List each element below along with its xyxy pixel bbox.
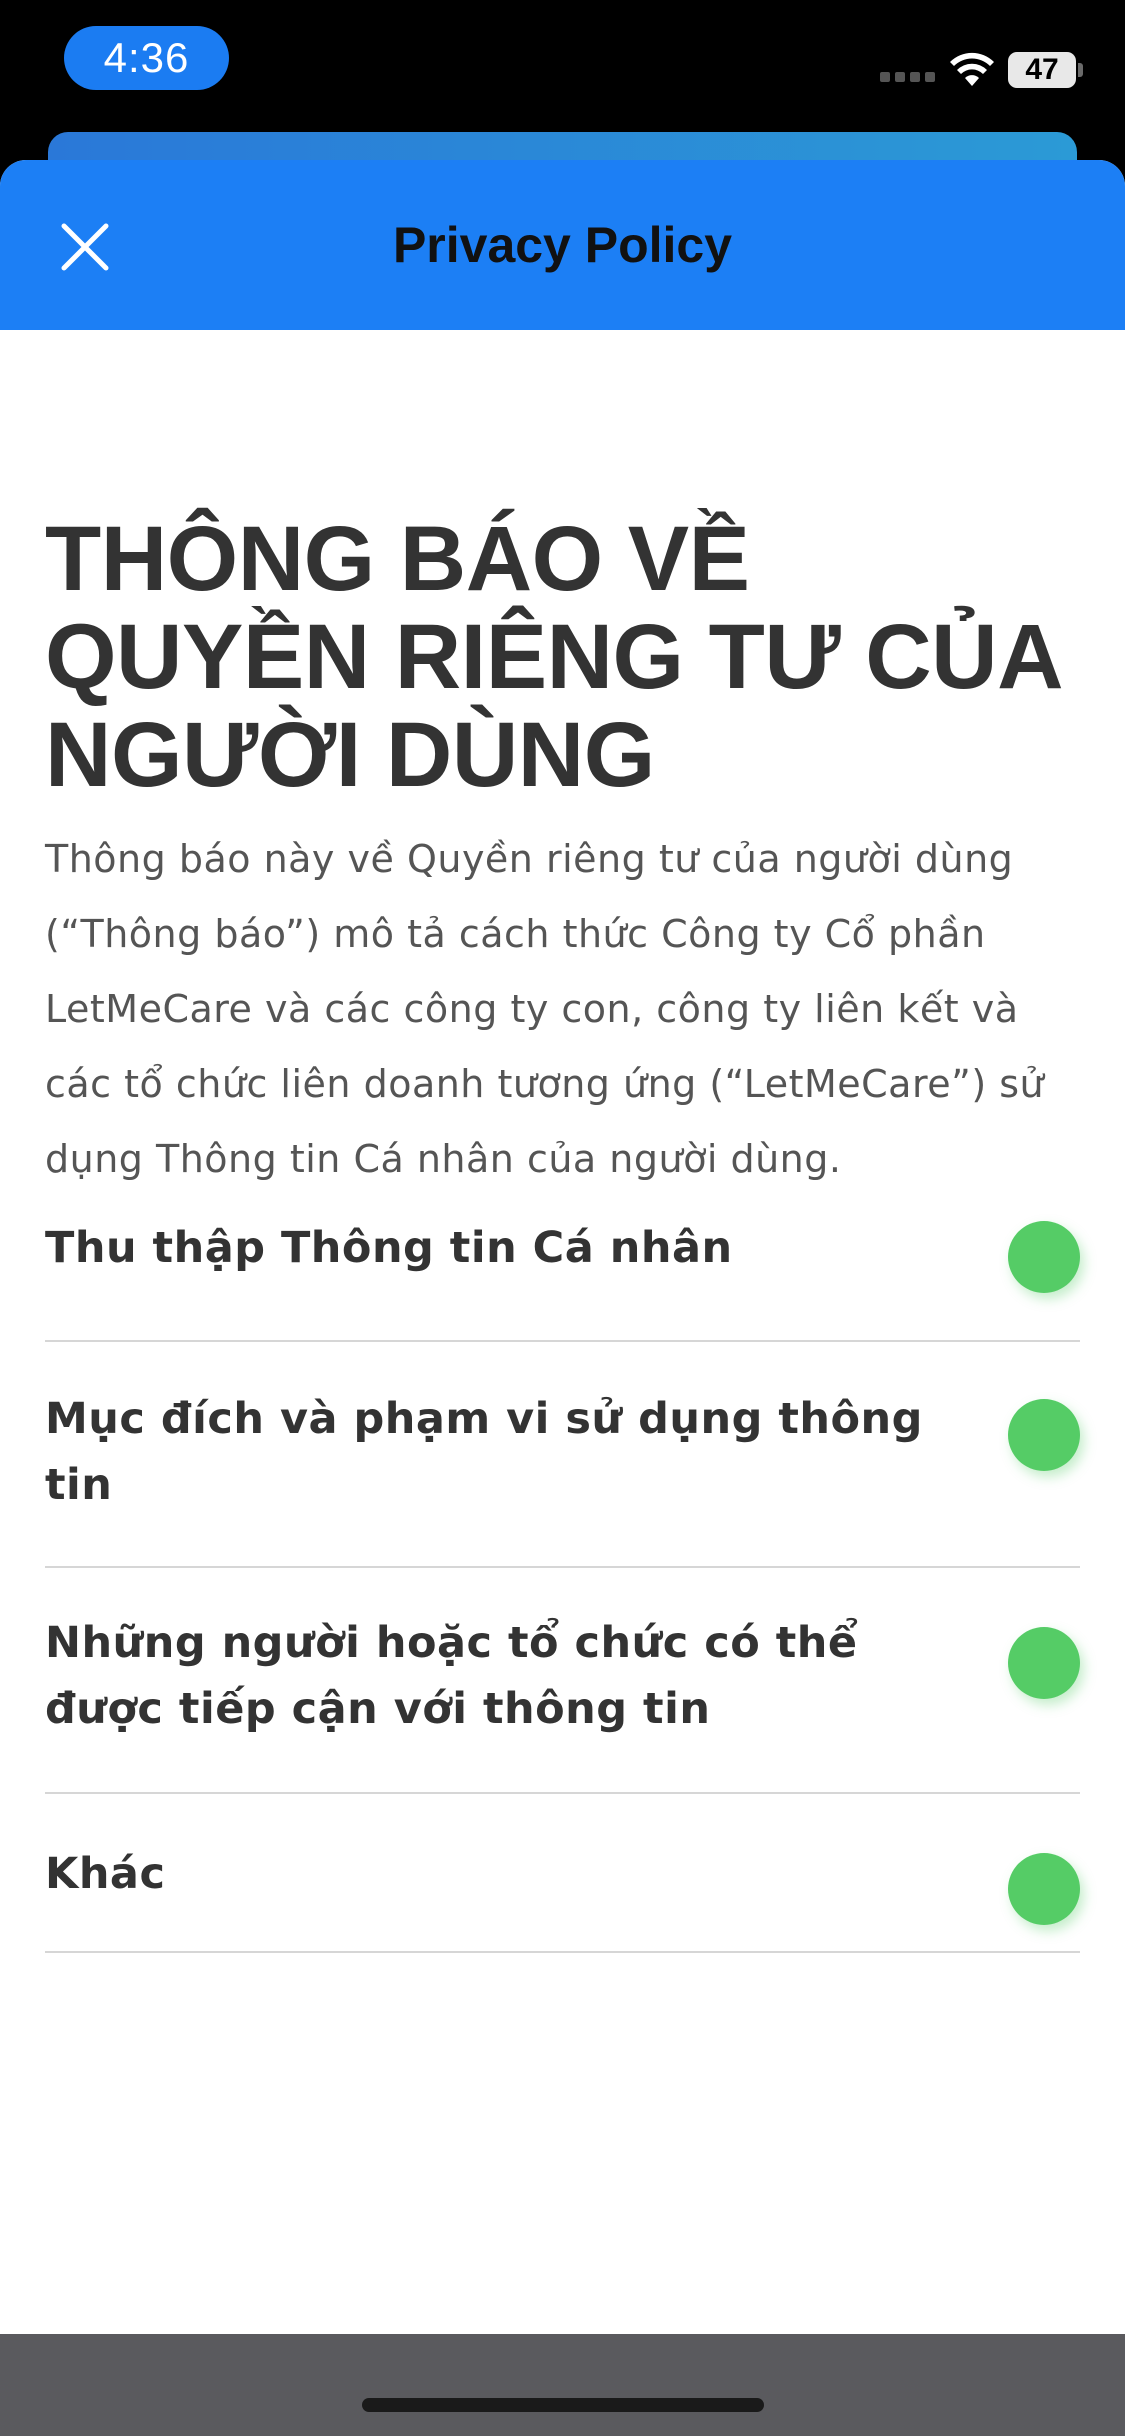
home-indicator[interactable] <box>362 2398 764 2412</box>
notice-heading: THÔNG BÁO VỀ QUYỀN RIÊNG TƯ CỦA NGƯỜI DÙ… <box>45 508 1060 806</box>
section-who-can-access[interactable]: Những người hoặc tổ chức có thể được tiế… <box>45 1568 1080 1794</box>
battery-tip <box>1078 63 1083 77</box>
section-label: Mục đích và phạm vi sử dụng thông tin <box>45 1394 923 1510</box>
section-label: Thu thập Thông tin Cá nhân <box>45 1223 733 1273</box>
section-purpose-scope[interactable]: Mục đích và phạm vi sử dụng thông tin <box>45 1342 1080 1568</box>
close-icon[interactable] <box>54 216 116 278</box>
section-label: Khác <box>45 1849 166 1899</box>
status-time[interactable]: 4:36 <box>64 26 229 90</box>
section-label: Những người hoặc tổ chức có thể được tiế… <box>45 1618 858 1734</box>
status-indicator-dot <box>1008 1627 1080 1699</box>
status-indicator-dot <box>1008 1853 1080 1925</box>
battery-icon: 47 <box>1008 52 1076 88</box>
page-title: Privacy Policy <box>392 217 733 273</box>
status-bar: 4:36 47 <box>0 0 1125 130</box>
policy-sections: Thu thập Thông tin Cá nhân Mục đích và p… <box>45 1203 1080 1953</box>
status-indicator-dot <box>1008 1221 1080 1293</box>
modal-header: Privacy Policy <box>0 160 1125 330</box>
section-collect-info[interactable]: Thu thập Thông tin Cá nhân <box>45 1203 1080 1342</box>
home-bar-area <box>0 2334 1125 2436</box>
status-indicator-dot <box>1008 1399 1080 1471</box>
wifi-icon <box>950 52 994 86</box>
privacy-policy-modal: Privacy Policy THÔNG BÁO VỀ QUYỀN RIÊNG … <box>0 160 1125 2334</box>
policy-content: THÔNG BÁO VỀ QUYỀN RIÊNG TƯ CỦA NGƯỜI DÙ… <box>45 510 1080 1953</box>
signal-icon <box>880 72 935 82</box>
notice-intro: Thông báo này về Quyền riêng tư của ngườ… <box>45 837 1045 1181</box>
section-other[interactable]: Khác <box>45 1794 1080 1953</box>
